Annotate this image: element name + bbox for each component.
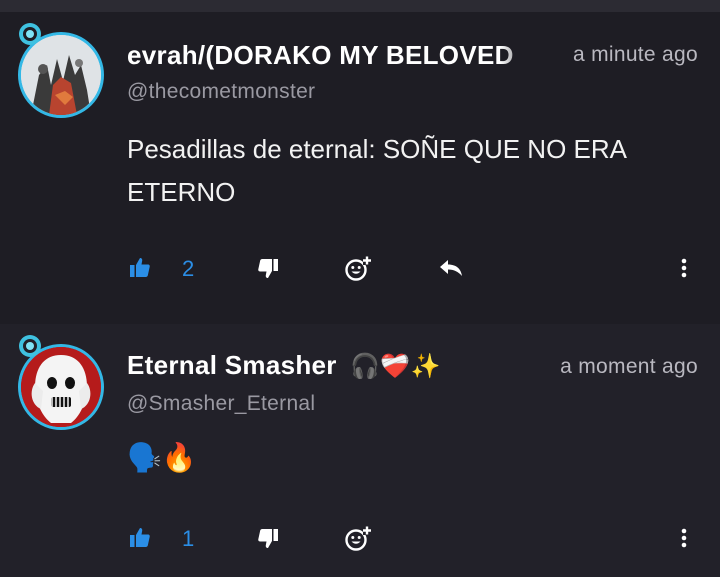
dislike-button[interactable] bbox=[256, 524, 280, 552]
like-count: 2 bbox=[182, 256, 195, 281]
add-reaction-icon bbox=[345, 256, 371, 281]
more-vertical-icon bbox=[681, 528, 687, 548]
comment-text: 🗣️🔥 bbox=[127, 441, 197, 474]
author-handle[interactable]: @thecometmonster bbox=[127, 80, 315, 104]
like-count: 1 bbox=[182, 526, 195, 551]
top-divider bbox=[0, 0, 720, 12]
author-emojis: 🎧❤️‍🩹✨ bbox=[350, 352, 441, 380]
comment-actions: 1 bbox=[0, 518, 720, 558]
status-badge-icon bbox=[18, 334, 42, 358]
thumbs-down-icon bbox=[258, 259, 278, 278]
comment-actions: 2 bbox=[0, 248, 720, 288]
thumbs-down-icon bbox=[258, 529, 278, 548]
avatar[interactable] bbox=[18, 334, 110, 430]
comment-text: Pesadillas de eternal: SOÑE QUE NO ERA E… bbox=[127, 134, 626, 207]
reply-button[interactable] bbox=[438, 254, 464, 282]
like-button[interactable] bbox=[128, 524, 152, 552]
add-reaction-icon bbox=[345, 526, 371, 551]
author-name-text: Eternal Smasher bbox=[127, 350, 337, 380]
thumbs-up-icon bbox=[130, 258, 150, 277]
timestamp: a moment ago bbox=[560, 355, 698, 378]
name-overflow-fade bbox=[500, 36, 540, 72]
author-handle[interactable]: @Smasher_Eternal bbox=[127, 392, 315, 416]
comment-item: evrah/(DORAKO MY BELOVED a minute ago @t… bbox=[0, 12, 720, 324]
avatar[interactable] bbox=[18, 22, 110, 118]
comment-item: Eternal Smasher 🎧❤️‍🩹✨ a moment ago @Sma… bbox=[0, 324, 720, 577]
author-name[interactable]: evrah/(DORAKO MY BELOVED bbox=[127, 40, 537, 71]
more-vertical-icon bbox=[681, 258, 687, 278]
author-name[interactable]: Eternal Smasher 🎧❤️‍🩹✨ bbox=[127, 350, 507, 381]
dislike-button[interactable] bbox=[256, 254, 280, 282]
more-options-button[interactable] bbox=[676, 254, 692, 282]
add-reaction-button[interactable] bbox=[344, 254, 372, 282]
reply-icon bbox=[440, 260, 462, 276]
more-options-button[interactable] bbox=[676, 524, 692, 552]
status-badge-icon bbox=[18, 22, 42, 46]
like-button[interactable] bbox=[128, 254, 152, 282]
thumbs-up-icon bbox=[130, 528, 150, 547]
timestamp: a minute ago bbox=[572, 43, 698, 66]
add-reaction-button[interactable] bbox=[344, 524, 372, 552]
